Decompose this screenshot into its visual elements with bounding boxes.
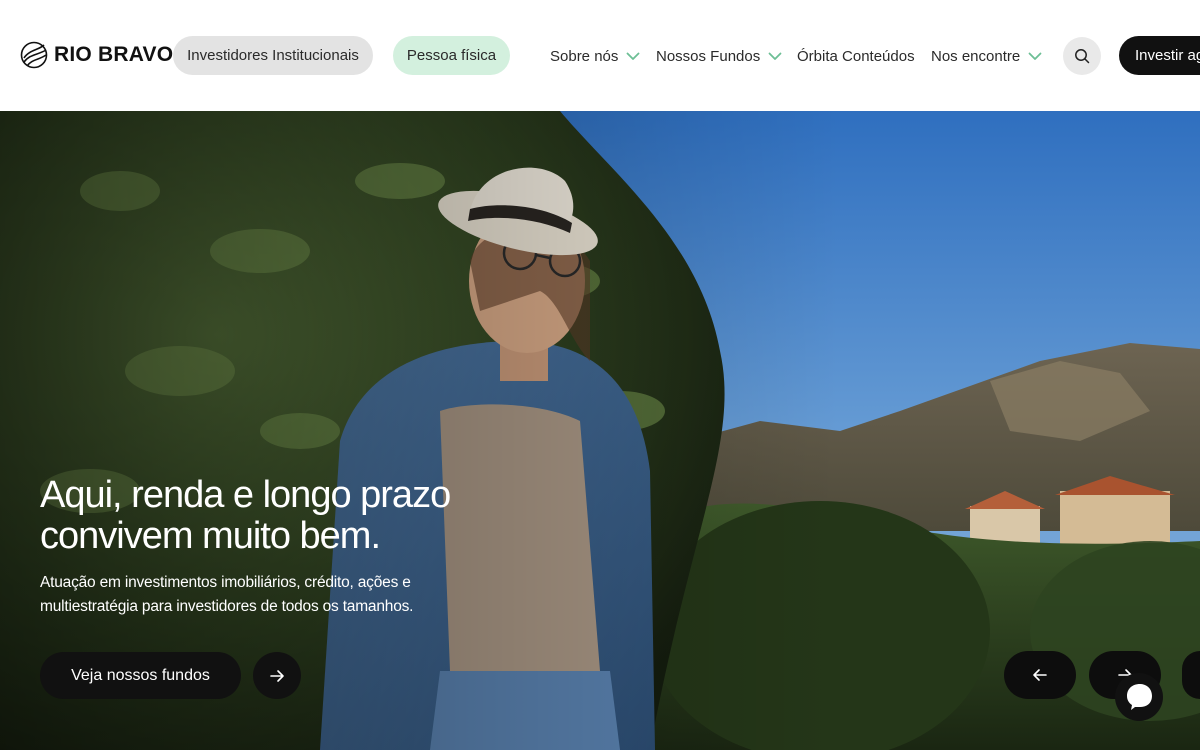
carousel-prev-button[interactable]: [1004, 651, 1076, 699]
hero-subtext-line-2: multiestratégia para investidores de tod…: [40, 598, 414, 615]
tab-pessoa-fisica[interactable]: Pessoa física: [393, 36, 510, 75]
search-button[interactable]: [1063, 37, 1101, 75]
rio-bravo-logo[interactable]: RIO BRAVO: [20, 40, 173, 70]
chat-bubble-icon: [1115, 673, 1163, 721]
hero-subtext-line-1: Atuação em investimentos imobiliários, c…: [40, 574, 411, 591]
nav-nos-encontre[interactable]: Nos encontre: [931, 44, 1042, 68]
chat-widget-button[interactable]: [1114, 672, 1164, 722]
hero-banner: Aqui, renda e longo prazo convivem muito…: [0, 111, 1200, 750]
veja-nossos-fundos-button[interactable]: Veja nossos fundos: [40, 652, 241, 699]
nav-nossos-fundos-label: Nossos Fundos: [656, 47, 761, 65]
nav-orbita-conteudos[interactable]: Órbita Conteúdos: [797, 44, 915, 68]
nav-sobre-nos[interactable]: Sobre nós: [550, 44, 640, 68]
hero-headline-line-1: Aqui, renda e longo prazo: [40, 474, 451, 516]
investir-agora-button[interactable]: Investir ag: [1119, 36, 1200, 75]
veja-nossos-fundos-arrow-button[interactable]: [253, 652, 301, 699]
arrow-right-icon: [270, 669, 284, 682]
nav-nossos-fundos[interactable]: Nossos Fundos: [656, 44, 782, 68]
tab-investidores-institucionais[interactable]: Investidores Institucionais: [173, 36, 373, 75]
hero-headline-line-2: convivem muito bem.: [40, 515, 381, 557]
hero-subtext: Atuação em investimentos imobiliários, c…: [40, 571, 480, 619]
chevron-down-icon: [768, 52, 782, 60]
chevron-down-icon: [1028, 52, 1042, 60]
nav-orbita-conteudos-label: Órbita Conteúdos: [797, 47, 915, 65]
nav-sobre-nos-label: Sobre nós: [550, 47, 619, 65]
rio-bravo-logo-icon: [20, 41, 48, 69]
nav-nos-encontre-label: Nos encontre: [931, 47, 1021, 65]
site-header: RIO BRAVO Investidores Institucionais Pe…: [0, 0, 1200, 111]
arrow-left-icon: [1033, 669, 1047, 681]
hero-headline: Aqui, renda e longo prazo convivem muito…: [40, 475, 600, 557]
carousel-edge-button[interactable]: [1182, 651, 1200, 699]
search-icon: [1075, 49, 1090, 64]
logo-text: RIO BRAVO: [54, 43, 174, 66]
chevron-down-icon: [626, 52, 640, 60]
